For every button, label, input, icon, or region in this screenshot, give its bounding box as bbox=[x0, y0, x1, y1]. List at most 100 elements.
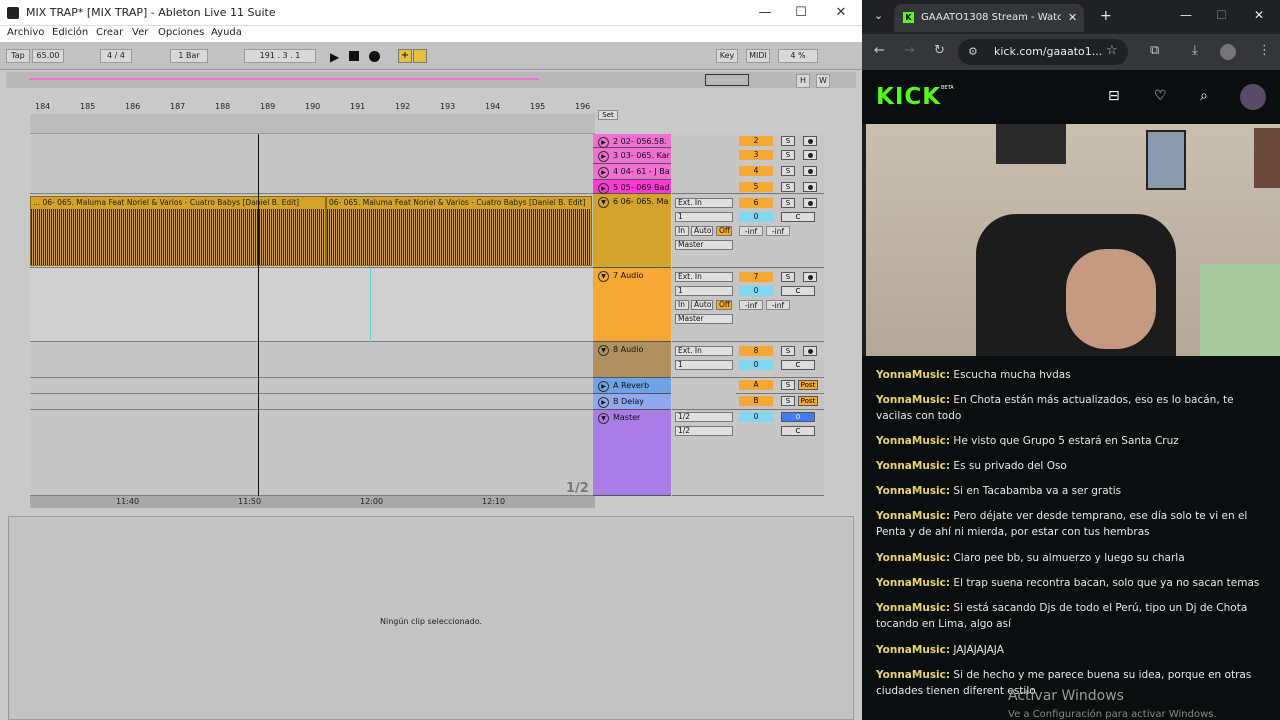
arm-button[interactable] bbox=[803, 150, 817, 160]
track-activator[interactable]: 4 bbox=[739, 166, 773, 176]
lanes-2-5[interactable] bbox=[30, 134, 593, 194]
lane-6[interactable]: ... 06- 065. Maluma Feat Noriel & Varios… bbox=[30, 194, 593, 268]
solo-button[interactable]: S bbox=[781, 150, 795, 160]
track-activator[interactable]: 6 bbox=[739, 198, 773, 208]
quantize-select[interactable]: 1 Bar bbox=[170, 49, 208, 63]
track-header-4[interactable]: ▶ 4 04- 61 - J Ba bbox=[593, 164, 671, 180]
track-activator[interactable]: 5 bbox=[739, 182, 773, 192]
arm-button[interactable] bbox=[803, 272, 817, 282]
input-type-select[interactable]: Ext. In bbox=[675, 346, 733, 356]
input-channel-select[interactable]: 1 bbox=[675, 286, 733, 296]
browse-icon[interactable]: ⊟ bbox=[1108, 88, 1120, 104]
url-input[interactable]: kick.com/gaaato1... bbox=[958, 39, 1128, 65]
fold-icon[interactable]: ▼ bbox=[598, 413, 609, 424]
track-header-8[interactable]: ▼ 8 Audio bbox=[593, 342, 671, 378]
pan-field[interactable]: C bbox=[781, 212, 815, 222]
tab-list-icon[interactable]: ⌄ bbox=[874, 9, 883, 22]
following-heart-icon[interactable]: ♡ bbox=[1154, 88, 1167, 104]
arm-button[interactable] bbox=[803, 136, 817, 146]
w-button[interactable]: W bbox=[816, 74, 830, 88]
monitor-auto-button[interactable]: Auto bbox=[691, 226, 713, 236]
chat-username[interactable]: YonnaMusic: bbox=[876, 485, 950, 497]
menu-ver[interactable]: Ver bbox=[132, 27, 148, 38]
menu-dots-icon[interactable]: ⋮ bbox=[1258, 43, 1271, 58]
record-button[interactable] bbox=[369, 51, 380, 62]
chat-username[interactable]: YonnaMusic: bbox=[876, 369, 950, 381]
track-activator[interactable]: 3 bbox=[739, 150, 773, 160]
close-button[interactable]: ✕ bbox=[826, 4, 856, 22]
lane-master[interactable] bbox=[30, 410, 593, 496]
cue-volume-field[interactable]: 0 bbox=[781, 412, 815, 422]
solo-button[interactable]: S bbox=[781, 136, 795, 146]
chat-username[interactable]: YonnaMusic: bbox=[876, 552, 950, 564]
beat-ruler[interactable]: 184 185 186 187 188 189 190 191 192 193 … bbox=[30, 100, 595, 114]
solo-button[interactable]: S bbox=[781, 182, 795, 192]
chat-username[interactable]: YonnaMusic: bbox=[876, 644, 950, 656]
solo-button[interactable]: S bbox=[781, 198, 795, 208]
monitor-off-button[interactable]: Off bbox=[716, 300, 732, 310]
fold-icon[interactable]: ▶ bbox=[598, 167, 609, 178]
solo-button[interactable]: S bbox=[781, 396, 795, 406]
track-activator[interactable]: A bbox=[739, 380, 773, 390]
track-header-a-reverb[interactable]: ▶ A Reverb bbox=[593, 378, 671, 394]
stop-button[interactable] bbox=[349, 51, 359, 61]
position-field[interactable]: 191 . 3 . 1 bbox=[244, 49, 316, 63]
track-header-3[interactable]: ▶ 3 03- 065. Kar bbox=[593, 148, 671, 164]
overview-viewport[interactable] bbox=[705, 74, 749, 86]
solo-button[interactable]: S bbox=[781, 380, 795, 390]
stream-video[interactable] bbox=[866, 124, 1280, 356]
midi-map-button[interactable]: MIDI bbox=[746, 49, 770, 63]
h-button[interactable]: H bbox=[796, 74, 810, 88]
forward-icon[interactable]: → bbox=[904, 43, 915, 58]
minimize-button[interactable]: — bbox=[750, 4, 780, 22]
volume-field[interactable]: 0 bbox=[739, 286, 773, 296]
arm-button[interactable] bbox=[803, 182, 817, 192]
track-header-7[interactable]: ▼ 7 Audio bbox=[593, 268, 671, 342]
track-header-6[interactable]: ▼ 6 06- 065. Ma bbox=[593, 194, 671, 268]
fold-icon[interactable]: ▼ bbox=[598, 271, 609, 282]
tap-button[interactable]: Tap bbox=[6, 49, 30, 63]
pan-field[interactable]: C bbox=[781, 286, 815, 296]
arm-button[interactable] bbox=[803, 346, 817, 356]
lane-8[interactable] bbox=[30, 342, 593, 378]
output-select[interactable]: Master bbox=[675, 240, 733, 250]
fold-icon[interactable]: ▶ bbox=[598, 183, 609, 194]
track-header-2[interactable]: ▶ 2 02- 056.58. bbox=[593, 134, 671, 148]
back-icon[interactable]: ← bbox=[874, 43, 885, 58]
chat-username[interactable]: YonnaMusic: bbox=[876, 577, 950, 589]
track-activator[interactable]: 7 bbox=[739, 272, 773, 282]
vertical-scrollbar[interactable] bbox=[840, 96, 850, 496]
track-header-b-delay[interactable]: ▶ B Delay bbox=[593, 394, 671, 410]
chat-username[interactable]: YonnaMusic: bbox=[876, 669, 950, 681]
monitor-in-button[interactable]: In bbox=[675, 300, 689, 310]
fold-icon[interactable]: ▶ bbox=[598, 381, 609, 392]
track-header-master[interactable]: ▼ Master bbox=[593, 410, 671, 496]
new-tab-icon[interactable]: + bbox=[1100, 8, 1112, 24]
arm-button[interactable] bbox=[803, 198, 817, 208]
menu-edicion[interactable]: Edición bbox=[52, 27, 88, 38]
audio-clip-left[interactable]: ... 06- 065. Maluma Feat Noriel & Varios… bbox=[30, 196, 326, 266]
kick-logo[interactable]: KICK bbox=[876, 84, 941, 110]
minimize-icon[interactable]: — bbox=[1180, 8, 1192, 22]
arrangement-view[interactable]: ... 06- 065. Maluma Feat Noriel & Varios… bbox=[30, 134, 593, 496]
fold-icon[interactable]: ▶ bbox=[598, 397, 609, 408]
track-activator[interactable]: 2 bbox=[739, 136, 773, 146]
extensions-icon[interactable]: ⧉ bbox=[1150, 43, 1159, 58]
reload-icon[interactable]: ↻ bbox=[934, 43, 945, 58]
lane-a-reverb[interactable] bbox=[30, 378, 593, 394]
menu-ayuda[interactable]: Ayuda bbox=[211, 27, 242, 38]
chat-username[interactable]: YonnaMusic: bbox=[876, 460, 950, 472]
arm-button[interactable] bbox=[803, 166, 817, 176]
maximize-button[interactable]: ☐ bbox=[786, 4, 816, 22]
fold-icon[interactable]: ▶ bbox=[598, 137, 609, 148]
detail-view[interactable]: Ningún clip seleccionado. bbox=[8, 516, 854, 720]
master-output-select[interactable]: 1/2 bbox=[675, 426, 733, 436]
tempo-field[interactable]: 65.00 bbox=[32, 49, 64, 63]
search-icon[interactable]: ⌕ bbox=[1200, 88, 1208, 104]
master-pan-field[interactable]: C bbox=[781, 426, 815, 436]
solo-button[interactable]: S bbox=[781, 346, 795, 356]
input-channel-select[interactable]: 1 bbox=[675, 212, 733, 222]
key-map-button[interactable]: Key bbox=[716, 49, 738, 63]
track-activator[interactable]: 8 bbox=[739, 346, 773, 356]
play-button[interactable]: ▶ bbox=[330, 50, 339, 64]
